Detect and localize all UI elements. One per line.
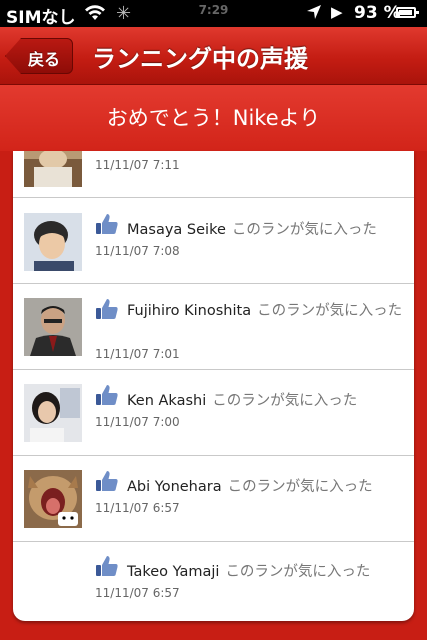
author-name[interactable]: Abi Yonehara (127, 479, 222, 495)
cheer-message: このランが気に入った (225, 564, 371, 580)
cheer-message: このランが気に入った (212, 393, 358, 409)
avatar (24, 298, 82, 356)
location-icon (306, 4, 322, 25)
like-icon (95, 554, 119, 582)
cheer-author: Masaya Seike このランが気に入った (127, 218, 377, 239)
avatar (24, 213, 82, 271)
cheer-row[interactable]: Masaya Seike このランが気に入った 11/11/07 7:08 (13, 198, 414, 284)
page-title: ランニング中の声援 (92, 45, 308, 73)
cheer-row[interactable]: Fujihiro Kinoshita このランが気に入った 11/11/07 7:… (13, 284, 414, 370)
cheer-row[interactable]: Takeo Yamaji このランが気に入った 11/11/07 6:57 (13, 542, 414, 621)
like-icon (95, 212, 119, 240)
battery-icon (396, 7, 419, 18)
status-bar: SIMなし ✳ 7:29 ▶ 93 % (0, 0, 427, 28)
cheer-author: Ken Akashi このランが気に入った (127, 389, 357, 410)
battery-percent: 93 % (354, 3, 401, 23)
author-name[interactable]: Takeo Yamaji (127, 564, 219, 580)
cheer-author: Fujihiro Kinoshita このランが気に入った (95, 301, 405, 322)
cheer-author: Takeo Yamaji このランが気に入った (127, 560, 370, 581)
like-icon (95, 469, 119, 497)
play-icon: ▶ (331, 3, 343, 21)
back-button-label: 戻る (28, 50, 61, 69)
author-name[interactable]: Ken Akashi (127, 393, 206, 409)
nav-bar: 戻る ランニング中の声援 (0, 27, 427, 85)
cheer-row[interactable]: 11/11/07 7:11 (13, 151, 414, 198)
cheer-time: 11/11/07 6:57 (95, 501, 180, 515)
avatar (24, 151, 82, 187)
cheer-time: 11/11/07 7:00 (95, 415, 180, 429)
like-icon (95, 383, 119, 411)
cheer-list[interactable]: 11/11/07 7:11 Masaya Seike このランが気に入った 11/… (13, 151, 414, 621)
cheer-row[interactable]: Abi Yonehara このランが気に入った 11/11/07 6:57 (13, 456, 414, 542)
cheer-time: 11/11/07 7:11 (95, 158, 180, 172)
cheer-time: 11/11/07 7:01 (95, 347, 180, 361)
cheer-time: 11/11/07 6:57 (95, 586, 180, 600)
cheer-row[interactable]: Ken Akashi このランが気に入った 11/11/07 7:00 (13, 370, 414, 456)
battery-nub (416, 11, 419, 14)
author-name[interactable]: Masaya Seike (127, 222, 226, 238)
avatar (24, 470, 82, 528)
battery-fill (399, 10, 412, 15)
congrats-banner: おめでとう！Nikeより (0, 85, 427, 151)
cheer-message: このランが気に入った (257, 303, 403, 319)
cheer-message: このランが気に入った (231, 222, 377, 238)
cheer-author: Abi Yonehara このランが気に入った (127, 475, 373, 496)
back-button[interactable]: 戻る (5, 38, 73, 74)
avatar (24, 384, 82, 442)
cheer-message: このランが気に入った (227, 479, 373, 495)
author-name[interactable]: Fujihiro Kinoshita (127, 303, 251, 319)
cheer-time: 11/11/07 7:08 (95, 244, 180, 258)
